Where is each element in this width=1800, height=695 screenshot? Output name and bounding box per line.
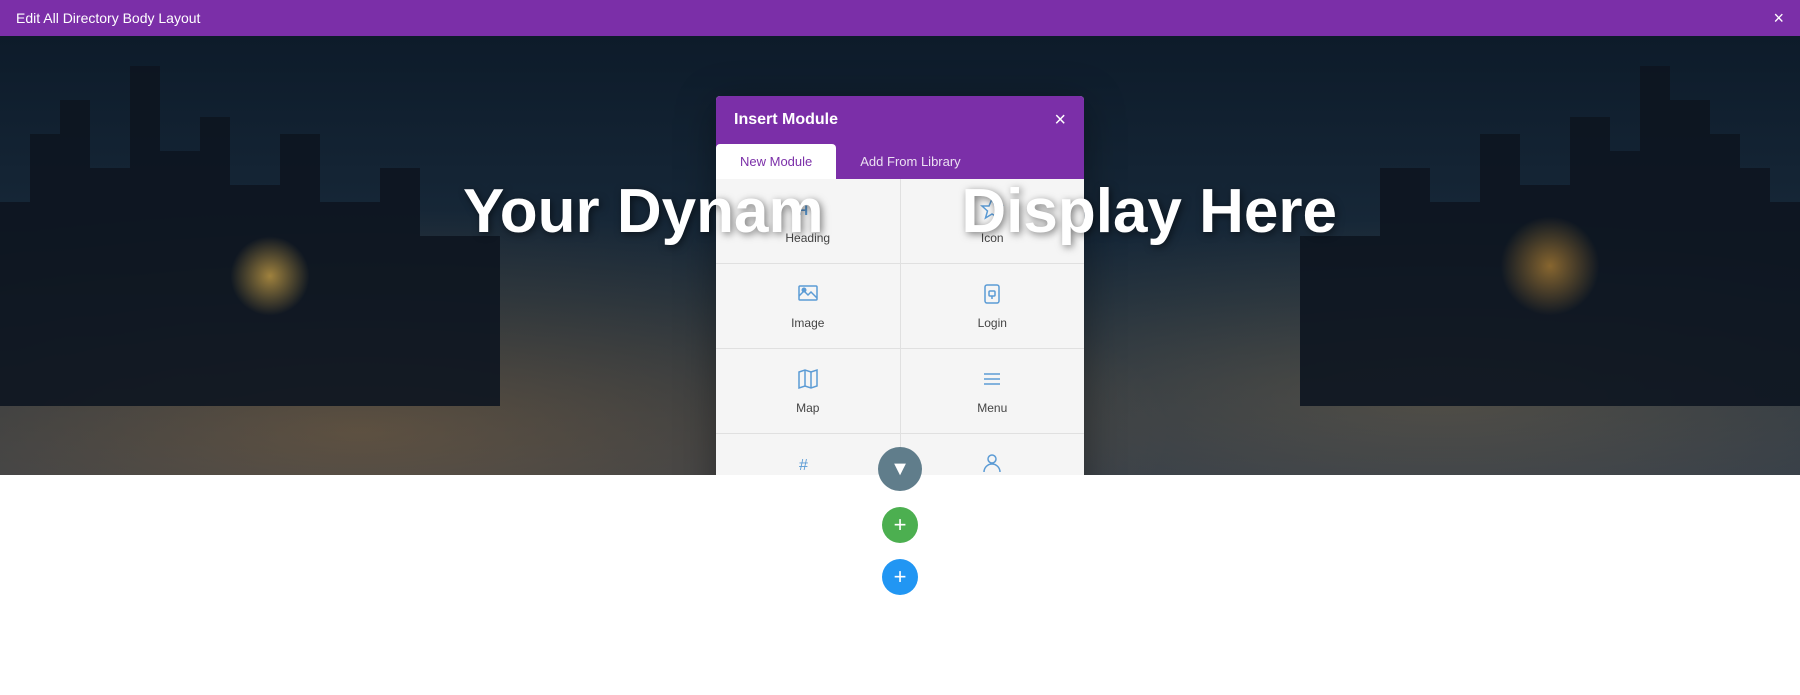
arrow-down-button[interactable]: ▼: [878, 447, 922, 491]
plus-icon-blue: +: [894, 564, 907, 590]
menu-icon: [980, 367, 1004, 395]
modal-title: Insert Module: [734, 111, 838, 129]
top-bar-close-button[interactable]: ×: [1773, 8, 1784, 29]
tab-new-module[interactable]: New Module: [716, 144, 836, 179]
module-item-menu[interactable]: Menu: [901, 349, 1085, 433]
image-icon: [796, 282, 820, 310]
add-section-button[interactable]: +: [882, 507, 918, 543]
center-actions: ▼ + +: [878, 447, 922, 595]
top-bar-title: Edit All Directory Body Layout: [16, 10, 200, 26]
svg-text:#: #: [799, 457, 808, 474]
module-label-menu: Menu: [977, 401, 1007, 415]
arrow-down-icon: ▼: [890, 458, 910, 481]
module-item-image[interactable]: Image: [716, 264, 900, 348]
module-label-map: Map: [796, 401, 819, 415]
module-label-image: Image: [791, 316, 824, 330]
login-icon: [980, 282, 1004, 310]
modal-tabs: New Module Add From Library: [716, 144, 1084, 179]
hero-text: Your Dynam Display Here: [463, 176, 1337, 247]
top-bar: Edit All Directory Body Layout ×: [0, 0, 1800, 36]
module-item-login[interactable]: Login: [901, 264, 1085, 348]
lamp-right: [1500, 216, 1600, 316]
tab-add-from-library[interactable]: Add From Library: [836, 144, 984, 179]
background-area: Your Dynam Display Here ▼ + + Insert Mod…: [0, 36, 1800, 695]
map-icon: [796, 367, 820, 395]
modal-header: Insert Module ×: [716, 96, 1084, 144]
module-item-map[interactable]: Map: [716, 349, 900, 433]
lamp-left: [230, 236, 310, 316]
plus-icon-green: +: [894, 512, 907, 538]
add-module-button[interactable]: +: [882, 559, 918, 595]
module-label-login: Login: [978, 316, 1007, 330]
modal-close-button[interactable]: ×: [1054, 110, 1066, 130]
